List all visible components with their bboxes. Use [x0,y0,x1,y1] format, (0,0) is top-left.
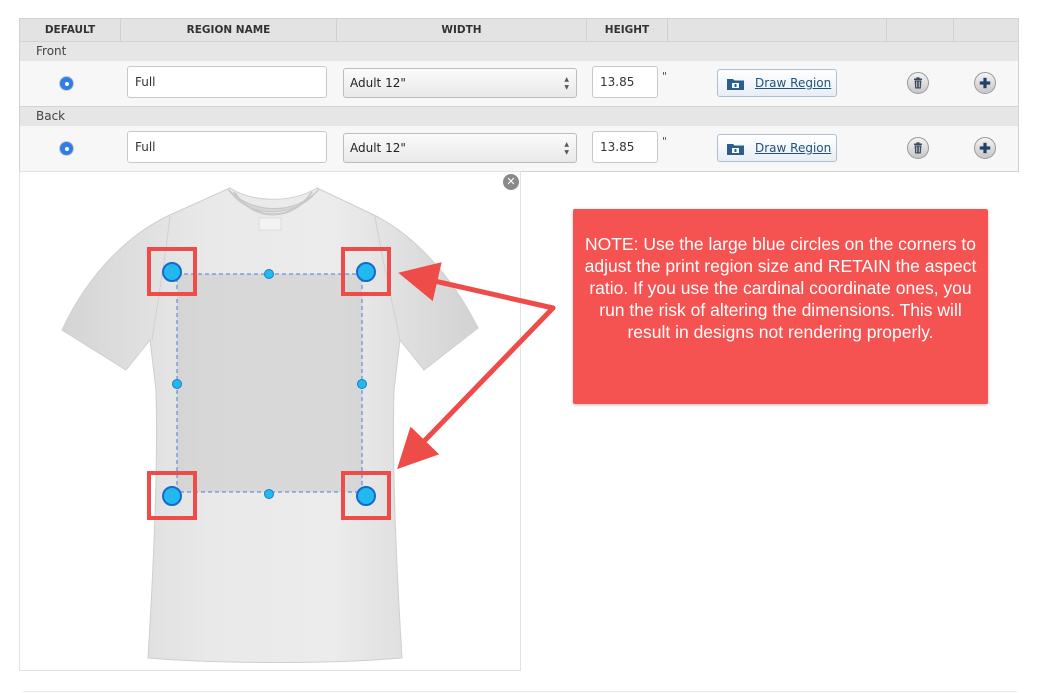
corner-handle-top-left[interactable] [162,262,182,282]
divider [23,691,1017,692]
handle-top[interactable] [264,269,274,279]
handle-left[interactable] [172,379,182,389]
corner-handle-bottom-left[interactable] [162,486,182,506]
handle-right[interactable] [357,379,367,389]
shirt-label-tag [258,217,282,231]
note-callout: NOTE: Use the large blue circles on the … [573,209,988,404]
corner-handle-top-right[interactable] [356,262,376,282]
corner-handle-bottom-right[interactable] [356,486,376,506]
handle-bottom[interactable] [264,489,274,499]
print-region-box[interactable] [176,273,363,493]
